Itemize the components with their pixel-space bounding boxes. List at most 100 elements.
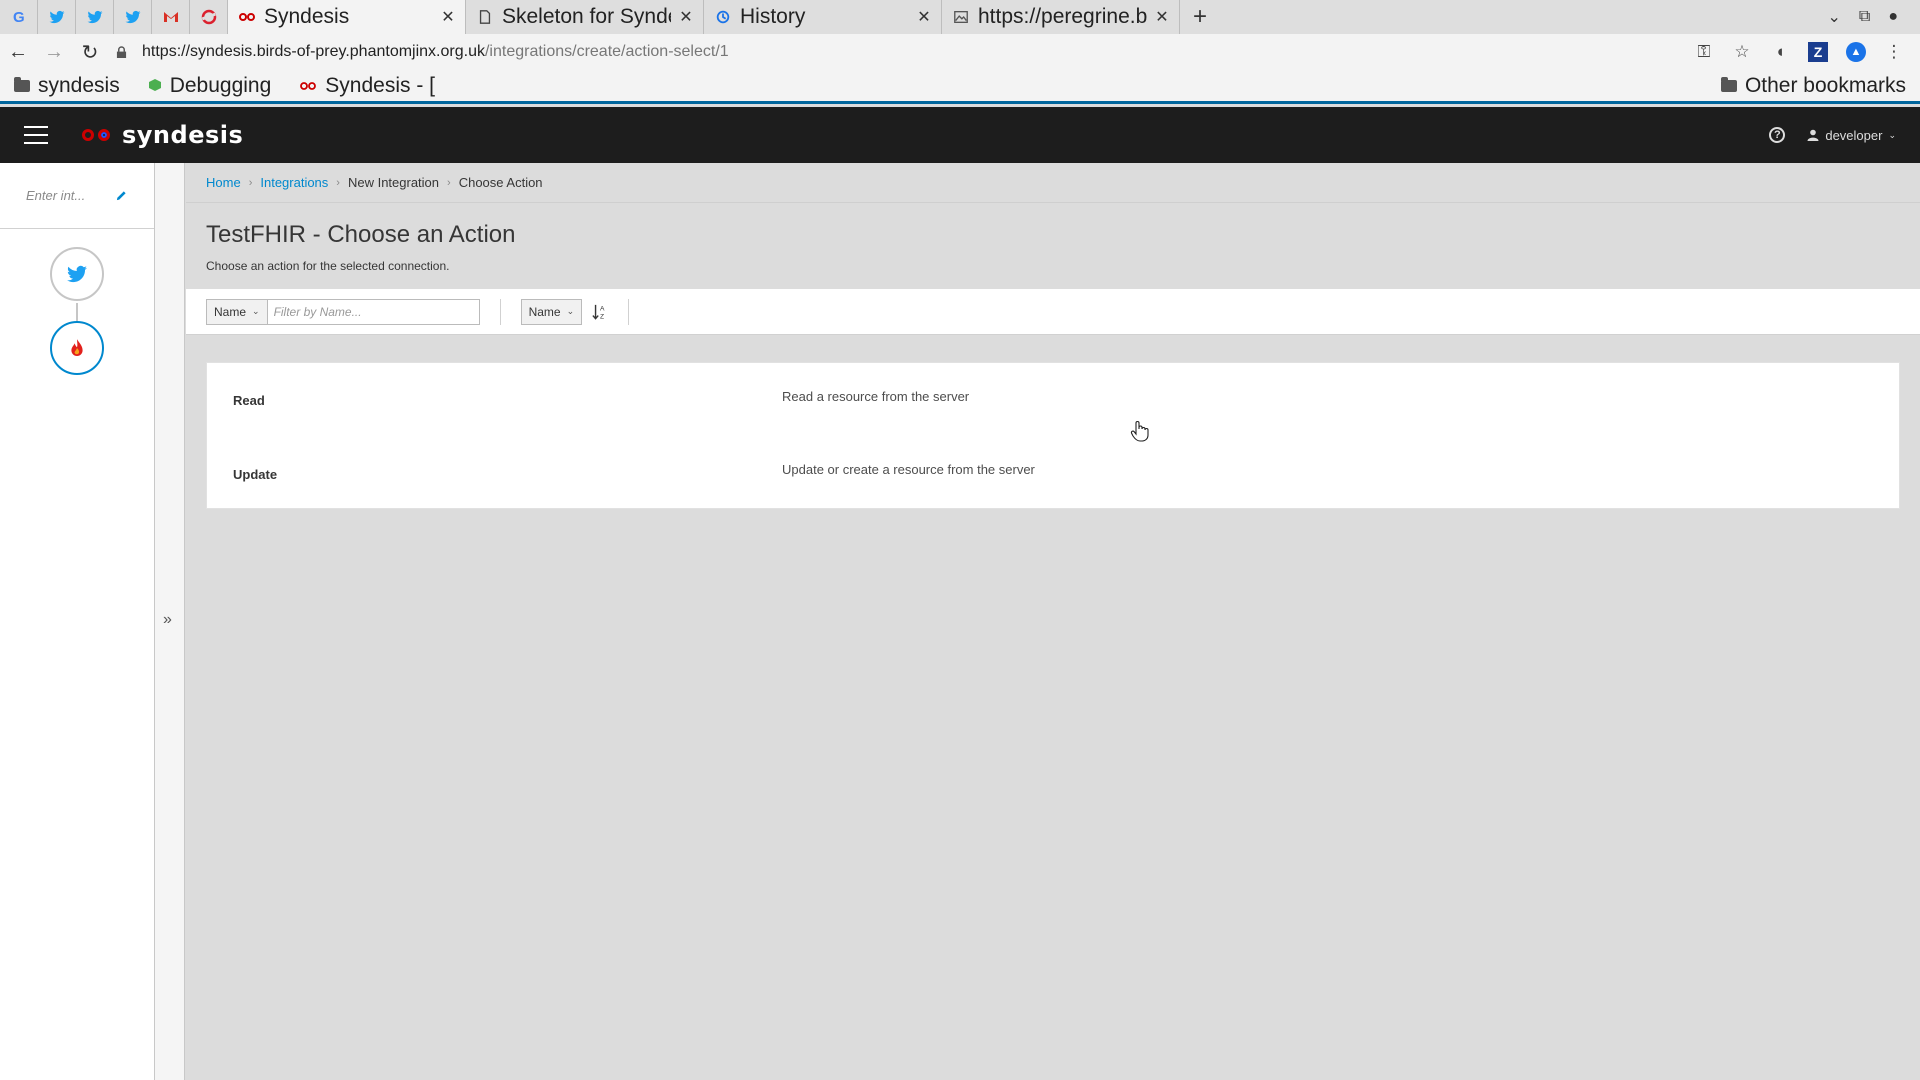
pinned-tab-twitter-2[interactable] xyxy=(76,0,114,34)
list-item[interactable]: Read Read a resource from the server xyxy=(207,363,1899,436)
action-description: Read a resource from the server xyxy=(782,389,970,404)
reload-button[interactable]: ↻ xyxy=(72,34,108,70)
tab-list-chevron-icon[interactable]: ⌄ xyxy=(1827,7,1840,27)
bookmark-other[interactable]: Other bookmarks xyxy=(1720,74,1906,98)
user-menu[interactable]: developer ⌄ xyxy=(1807,128,1896,143)
breadcrumb-separator-icon: › xyxy=(336,176,340,189)
tab-syndesis[interactable]: Syndesis ✕ xyxy=(228,0,466,34)
url-path: /integrations/create/action-select/1 xyxy=(484,43,729,60)
step-twitter[interactable] xyxy=(50,247,104,301)
star-icon[interactable]: ☆ xyxy=(1732,42,1752,62)
pinned-tab-google[interactable]: G xyxy=(0,0,38,34)
expand-panel-icon[interactable]: » xyxy=(163,611,172,629)
integration-name-input[interactable]: Enter int... xyxy=(26,188,85,203)
new-tab-button[interactable]: + xyxy=(1180,0,1220,34)
sort-field-label: Name xyxy=(528,304,561,319)
breadcrumb-integrations[interactable]: Integrations xyxy=(260,175,328,190)
brand-name: syndesis xyxy=(122,121,244,149)
step-fhir[interactable] xyxy=(50,321,104,375)
action-name: Read xyxy=(233,393,265,408)
action-name: Update xyxy=(233,467,278,482)
help-icon[interactable]: ? xyxy=(1769,127,1786,143)
chevron-down-icon: ⌄ xyxy=(252,306,260,316)
fhir-flame-icon xyxy=(71,339,83,356)
list-item[interactable]: Update Update or create a resource from … xyxy=(207,436,1899,509)
svg-text:A: A xyxy=(600,305,605,312)
sort-field-select[interactable]: Name ⌄ xyxy=(520,298,583,325)
toolbar-divider xyxy=(628,298,630,325)
bookmark-debugging[interactable]: Debugging xyxy=(148,73,272,98)
key-icon[interactable]: ⚿ xyxy=(1694,42,1714,62)
tab-skeleton[interactable]: Skeleton for Synde ✕ xyxy=(466,0,704,34)
bookmark-syndesis[interactable]: syndesis xyxy=(14,74,120,98)
bookmark-label: Debugging xyxy=(169,73,272,97)
folder-icon xyxy=(1720,76,1737,92)
breadcrumb-separator-icon: › xyxy=(447,176,451,189)
collapse-strip: » xyxy=(155,163,185,1080)
tab-title: Skeleton for Synde xyxy=(502,5,671,28)
pencil-icon[interactable] xyxy=(114,189,128,203)
breadcrumb-new-integration: New Integration xyxy=(347,175,440,190)
filter-input[interactable]: Filter by Name... xyxy=(267,298,480,325)
breadcrumb: Home › Integrations › New Integration › … xyxy=(186,163,1920,203)
close-icon[interactable]: ✕ xyxy=(441,7,455,27)
integration-editor-panel: Enter int... xyxy=(0,163,155,1080)
brand[interactable]: syndesis xyxy=(82,121,243,149)
page-description: Choose an action for the selected connec… xyxy=(206,259,450,273)
google-icon: G xyxy=(13,9,25,26)
breadcrumb-separator-icon: › xyxy=(248,176,253,189)
close-icon[interactable]: ✕ xyxy=(917,7,931,27)
url-host: https://syndesis.birds-of-prey.phantomji… xyxy=(142,43,485,60)
twitter-icon xyxy=(125,10,140,24)
toolbar-divider xyxy=(499,298,501,325)
window-restore-icon[interactable]: ⧉ xyxy=(1859,8,1870,26)
back-button[interactable]: ← xyxy=(0,34,36,70)
bookmark-syndesis-page[interactable]: Syndesis - [ xyxy=(299,74,435,98)
folder-icon xyxy=(14,76,30,92)
app-masthead: syndesis ? developer ⌄ xyxy=(0,107,1920,163)
chevron-down-icon: ⌄ xyxy=(566,306,575,316)
pinned-tab-openshift[interactable] xyxy=(190,0,228,34)
cube-icon xyxy=(148,74,162,98)
tab-title: History xyxy=(740,5,806,28)
syndesis-logo-icon xyxy=(299,74,317,98)
document-icon xyxy=(476,8,494,26)
tab-peregrine[interactable]: https://peregrine.b ✕ xyxy=(942,0,1180,34)
pinned-tab-twitter-3[interactable] xyxy=(114,0,152,34)
filter-field-select[interactable]: Name ⌄ xyxy=(206,298,268,325)
extension-icon[interactable]: ◖ xyxy=(1770,42,1790,62)
forward-button[interactable]: → xyxy=(36,34,72,70)
tab-history[interactable]: History ✕ xyxy=(704,0,942,34)
action-description: Update or create a resource from the ser… xyxy=(782,462,1035,477)
lock-icon xyxy=(116,45,132,59)
browser-toolbar: ← → ↻ https://syndesis.birds-of-prey.pha… xyxy=(0,34,1920,70)
sort-alpha-asc-icon[interactable]: AZ xyxy=(592,302,610,322)
bookmark-label: Syndesis - [ xyxy=(325,73,436,97)
browser-tab-bar: G Syndesis ✕ Skeleton for Synde ✕ Histor… xyxy=(0,0,1920,34)
hamburger-menu-icon[interactable] xyxy=(24,126,48,144)
main-content: Home › Integrations › New Integration › … xyxy=(186,163,1920,1080)
user-name: developer xyxy=(1825,127,1883,143)
profile-avatar-icon[interactable]: ▲ xyxy=(1846,42,1866,62)
bookmarks-bar: syndesis Debugging Syndesis - [ Other bo… xyxy=(0,70,1920,104)
pinned-tab-gmail[interactable] xyxy=(152,0,190,34)
address-bar[interactable]: https://syndesis.birds-of-prey.phantomji… xyxy=(108,37,1684,67)
menu-kebab-icon[interactable]: ⋮ xyxy=(1884,42,1904,62)
close-icon[interactable]: ✕ xyxy=(679,7,693,27)
zotero-icon[interactable]: Z xyxy=(1808,42,1828,62)
twitter-icon xyxy=(67,265,87,283)
user-icon xyxy=(1807,129,1819,141)
integration-name-row: Enter int... xyxy=(0,163,154,229)
filter-toolbar: Name ⌄ Filter by Name... Name ⌄ AZ xyxy=(186,289,1920,335)
openshift-icon xyxy=(201,9,216,25)
svg-text:G: G xyxy=(13,9,25,26)
history-icon xyxy=(714,8,732,26)
close-icon[interactable]: ✕ xyxy=(1155,7,1169,27)
breadcrumb-home[interactable]: Home xyxy=(206,175,241,190)
tab-title: Syndesis xyxy=(264,5,350,28)
close-window-icon[interactable]: ● xyxy=(1888,8,1898,26)
svg-text:Z: Z xyxy=(600,313,604,320)
pinned-tab-twitter-1[interactable] xyxy=(38,0,76,34)
chevron-down-icon: ⌄ xyxy=(1888,129,1896,140)
breadcrumb-current: Choose Action xyxy=(458,175,543,190)
